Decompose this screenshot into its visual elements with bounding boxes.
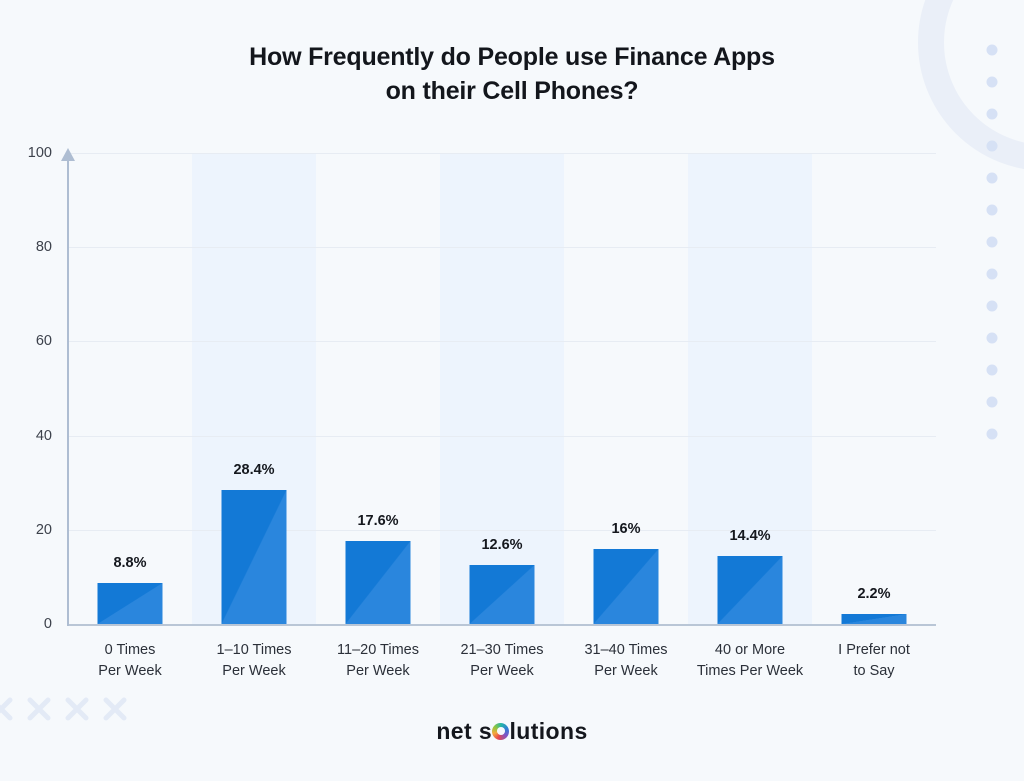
bar-value-label: 28.4% bbox=[233, 462, 275, 479]
bar-value-label: 8.8% bbox=[113, 554, 147, 571]
bar-sheen bbox=[593, 548, 659, 624]
bar-value-label: 2.2% bbox=[857, 585, 891, 602]
bar[interactable] bbox=[97, 582, 163, 624]
bar-value-label: 14.4% bbox=[729, 528, 771, 545]
x-axis-category-label-line-2: Per Week bbox=[98, 662, 162, 679]
x-axis-category-label-line-1: 11–20 Times bbox=[337, 642, 419, 658]
chart-title-line-1: How Frequently do People use Finance App… bbox=[249, 43, 775, 71]
bar-sheen bbox=[345, 541, 411, 624]
x-axis-category-label-line-1: 21–30 Times bbox=[460, 642, 544, 658]
brand-logo: net s lutions bbox=[0, 718, 1024, 745]
brand-text-before: net s bbox=[436, 718, 493, 744]
x-axis-category-label-line-1: 31–40 Times bbox=[584, 642, 668, 658]
bar[interactable] bbox=[345, 541, 411, 624]
x-axis-category-label-line-1: 0 Times bbox=[104, 642, 156, 658]
x-axis-category-label-line-2: Times Per Week bbox=[696, 662, 804, 679]
bar-column: 16% 31–40 Times Per Week bbox=[564, 153, 688, 679]
bar[interactable] bbox=[221, 490, 287, 624]
bar[interactable] bbox=[469, 564, 535, 624]
bar-value-label: 16% bbox=[611, 520, 641, 537]
brand-text-after: lutions bbox=[509, 718, 588, 744]
bar-column: 28.4% 1–10 Times Per Week bbox=[192, 153, 316, 679]
bar[interactable] bbox=[593, 548, 659, 624]
brand-o-icon bbox=[492, 722, 510, 740]
x-axis-category-label-line-1: 40 or More bbox=[714, 642, 786, 658]
x-axis-baseline bbox=[68, 624, 936, 626]
x-axis-category-label-line-2: Per Week bbox=[346, 662, 410, 679]
bar-column: 14.4% 40 or More Times Per Week bbox=[688, 153, 812, 679]
bar-value-label: 12.6% bbox=[481, 536, 523, 553]
x-axis-category-label: I Prefer not to Say bbox=[838, 640, 910, 682]
bar[interactable] bbox=[717, 556, 783, 624]
y-axis-tick-label: 20 bbox=[35, 521, 52, 538]
bar-column: 8.8% 0 Times Per Week bbox=[68, 153, 192, 679]
x-axis-category-label: 1–10 Times Per Week bbox=[217, 640, 292, 682]
bar[interactable] bbox=[841, 613, 907, 624]
chart-container: How Frequently do People use Finance App… bbox=[0, 0, 1024, 781]
x-axis-category-label: 31–40 Times Per Week bbox=[584, 640, 667, 682]
x-axis-category-label-line-1: I Prefer not bbox=[838, 642, 910, 658]
bar-sheen bbox=[469, 564, 535, 624]
bar-sheen bbox=[841, 613, 907, 624]
x-axis-category-label: 40 or More Times Per Week bbox=[697, 640, 803, 682]
bar-sheen bbox=[221, 490, 287, 624]
plot-area: 0 20 40 60 80 100 8.8% 0 Times Per Week 28.4% 1–10… bbox=[28, 145, 936, 679]
bar-value-label: 17.6% bbox=[357, 513, 399, 530]
chart-title: How Frequently do People use Finance App… bbox=[0, 40, 1024, 108]
x-axis-category-label: 0 Times Per Week bbox=[98, 640, 161, 682]
y-axis-line bbox=[67, 160, 69, 626]
x-axis-category-label-line-2: Per Week bbox=[470, 662, 534, 679]
y-axis-tick-label: 0 bbox=[43, 616, 52, 632]
x-axis-category-label: 21–30 Times Per Week bbox=[460, 640, 543, 682]
y-axis-tick-label: 100 bbox=[27, 145, 52, 161]
bar-column: 2.2% I Prefer not to Say bbox=[812, 153, 936, 679]
bar-sheen bbox=[97, 582, 163, 624]
x-axis-category-label: 11–20 Times Per Week bbox=[337, 640, 419, 682]
x-axis-category-label-line-2: Per Week bbox=[222, 662, 286, 679]
y-axis-tick-label: 60 bbox=[35, 333, 52, 350]
x-axis-category-label-line-2: to Say bbox=[853, 662, 895, 679]
bar-sheen bbox=[717, 556, 783, 624]
y-axis-tick-label: 40 bbox=[35, 427, 52, 444]
x-axis-category-label-line-2: Per Week bbox=[594, 662, 658, 679]
x-axis-category-label-line-1: 1–10 Times bbox=[216, 642, 292, 658]
bar-column: 12.6% 21–30 Times Per Week bbox=[440, 153, 564, 679]
chart-title-line-2: on their Cell Phones? bbox=[385, 77, 639, 105]
y-axis-tick-label: 80 bbox=[35, 239, 52, 256]
bar-column: 17.6% 11–20 Times Per Week bbox=[316, 153, 440, 679]
